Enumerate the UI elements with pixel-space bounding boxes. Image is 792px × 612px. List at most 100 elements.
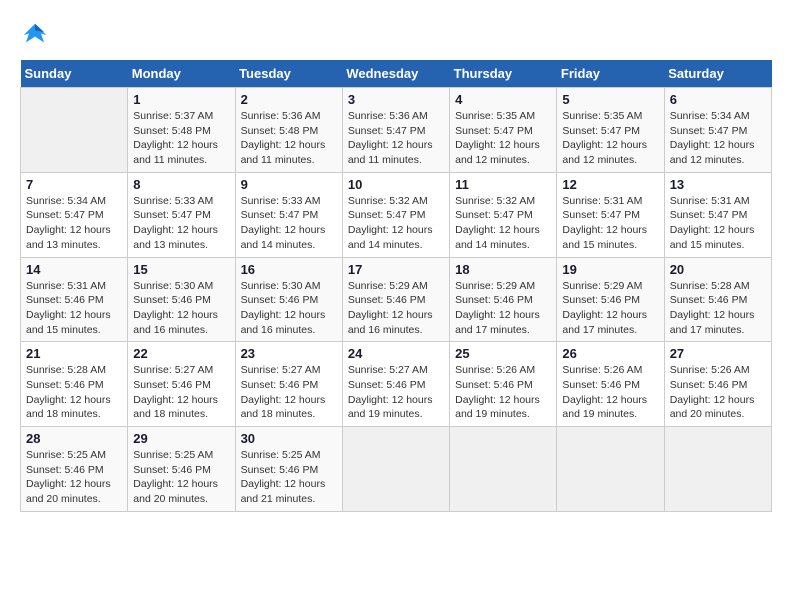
logo [20, 20, 54, 50]
calendar-cell: 3 Sunrise: 5:36 AMSunset: 5:47 PMDaylight… [342, 88, 449, 173]
calendar-cell: 12 Sunrise: 5:31 AMSunset: 5:47 PMDayligh… [557, 172, 664, 257]
day-number: 23 [241, 346, 337, 361]
weekday-header-friday: Friday [557, 60, 664, 88]
day-number: 20 [670, 262, 766, 277]
day-info: Sunrise: 5:27 AMSunset: 5:46 PMDaylight:… [348, 363, 444, 422]
day-info: Sunrise: 5:27 AMSunset: 5:46 PMDaylight:… [241, 363, 337, 422]
day-number: 17 [348, 262, 444, 277]
calendar-week-5: 28 Sunrise: 5:25 AMSunset: 5:46 PMDayligh… [21, 427, 772, 512]
calendar-week-4: 21 Sunrise: 5:28 AMSunset: 5:46 PMDayligh… [21, 342, 772, 427]
day-info: Sunrise: 5:26 AMSunset: 5:46 PMDaylight:… [562, 363, 658, 422]
calendar-cell: 7 Sunrise: 5:34 AMSunset: 5:47 PMDaylight… [21, 172, 128, 257]
day-info: Sunrise: 5:26 AMSunset: 5:46 PMDaylight:… [455, 363, 551, 422]
calendar-cell [664, 427, 771, 512]
day-info: Sunrise: 5:33 AMSunset: 5:47 PMDaylight:… [133, 194, 229, 253]
calendar-cell: 16 Sunrise: 5:30 AMSunset: 5:46 PMDayligh… [235, 257, 342, 342]
day-number: 11 [455, 177, 551, 192]
day-info: Sunrise: 5:31 AMSunset: 5:47 PMDaylight:… [670, 194, 766, 253]
calendar-cell: 21 Sunrise: 5:28 AMSunset: 5:46 PMDayligh… [21, 342, 128, 427]
day-number: 30 [241, 431, 337, 446]
day-info: Sunrise: 5:30 AMSunset: 5:46 PMDaylight:… [133, 279, 229, 338]
calendar-table: SundayMondayTuesdayWednesdayThursdayFrid… [20, 60, 772, 512]
calendar-cell: 22Sunrise: 5:27 AMSunset: 5:46 PMDayligh… [128, 342, 235, 427]
calendar-header-row: SundayMondayTuesdayWednesdayThursdayFrid… [21, 60, 772, 88]
day-info: Sunrise: 5:33 AMSunset: 5:47 PMDaylight:… [241, 194, 337, 253]
calendar-cell: 19 Sunrise: 5:29 AMSunset: 5:46 PMDayligh… [557, 257, 664, 342]
day-info: Sunrise: 5:28 AMSunset: 5:46 PMDaylight:… [26, 363, 122, 422]
day-number: 2 [241, 92, 337, 107]
calendar-cell: 23 Sunrise: 5:27 AMSunset: 5:46 PMDayligh… [235, 342, 342, 427]
day-info: Sunrise: 5:29 AMSunset: 5:46 PMDaylight:… [455, 279, 551, 338]
day-info: Sunrise: 5:34 AMSunset: 5:47 PMDaylight:… [26, 194, 122, 253]
calendar-cell [21, 88, 128, 173]
calendar-cell: 11Sunrise: 5:32 AMSunset: 5:47 PMDayligh… [450, 172, 557, 257]
day-info: Sunrise: 5:25 AMSunset: 5:46 PMDaylight:… [26, 448, 122, 507]
day-info: Sunrise: 5:36 AMSunset: 5:47 PMDaylight:… [348, 109, 444, 168]
day-number: 18 [455, 262, 551, 277]
weekday-header-thursday: Thursday [450, 60, 557, 88]
day-info: Sunrise: 5:31 AMSunset: 5:46 PMDaylight:… [26, 279, 122, 338]
day-number: 12 [562, 177, 658, 192]
weekday-header-tuesday: Tuesday [235, 60, 342, 88]
calendar-cell: 25 Sunrise: 5:26 AMSunset: 5:46 PMDayligh… [450, 342, 557, 427]
page-header [20, 20, 772, 50]
day-number: 16 [241, 262, 337, 277]
day-number: 15 [133, 262, 229, 277]
calendar-cell: 2Sunrise: 5:36 AMSunset: 5:48 PMDaylight… [235, 88, 342, 173]
calendar-cell: 26 Sunrise: 5:26 AMSunset: 5:46 PMDayligh… [557, 342, 664, 427]
day-number: 21 [26, 346, 122, 361]
day-number: 8 [133, 177, 229, 192]
weekday-header-wednesday: Wednesday [342, 60, 449, 88]
calendar-cell: 27 Sunrise: 5:26 AMSunset: 5:46 PMDayligh… [664, 342, 771, 427]
calendar-cell: 29 Sunrise: 5:25 AMSunset: 5:46 PMDayligh… [128, 427, 235, 512]
weekday-header-sunday: Sunday [21, 60, 128, 88]
day-number: 26 [562, 346, 658, 361]
calendar-cell: 20Sunrise: 5:28 AMSunset: 5:46 PMDayligh… [664, 257, 771, 342]
day-number: 1 [133, 92, 229, 107]
calendar-body: 1 Sunrise: 5:37 AMSunset: 5:48 PMDaylight… [21, 88, 772, 512]
day-number: 24 [348, 346, 444, 361]
day-number: 3 [348, 92, 444, 107]
day-number: 29 [133, 431, 229, 446]
day-number: 28 [26, 431, 122, 446]
day-number: 5 [562, 92, 658, 107]
day-number: 10 [348, 177, 444, 192]
day-info: Sunrise: 5:25 AMSunset: 5:46 PMDaylight:… [133, 448, 229, 507]
day-info: Sunrise: 5:29 AMSunset: 5:46 PMDaylight:… [348, 279, 444, 338]
calendar-cell: 8 Sunrise: 5:33 AMSunset: 5:47 PMDaylight… [128, 172, 235, 257]
calendar-week-3: 14 Sunrise: 5:31 AMSunset: 5:46 PMDayligh… [21, 257, 772, 342]
calendar-cell: 5Sunrise: 5:35 AMSunset: 5:47 PMDaylight… [557, 88, 664, 173]
calendar-cell [342, 427, 449, 512]
day-info: Sunrise: 5:32 AMSunset: 5:47 PMDaylight:… [348, 194, 444, 253]
day-number: 25 [455, 346, 551, 361]
day-info: Sunrise: 5:31 AMSunset: 5:47 PMDaylight:… [562, 194, 658, 253]
calendar-cell: 24 Sunrise: 5:27 AMSunset: 5:46 PMDayligh… [342, 342, 449, 427]
day-number: 9 [241, 177, 337, 192]
day-number: 27 [670, 346, 766, 361]
day-number: 6 [670, 92, 766, 107]
day-number: 22 [133, 346, 229, 361]
calendar-cell: 17 Sunrise: 5:29 AMSunset: 5:46 PMDayligh… [342, 257, 449, 342]
calendar-week-1: 1 Sunrise: 5:37 AMSunset: 5:48 PMDaylight… [21, 88, 772, 173]
calendar-cell: 4 Sunrise: 5:35 AMSunset: 5:47 PMDaylight… [450, 88, 557, 173]
day-info: Sunrise: 5:34 AMSunset: 5:47 PMDaylight:… [670, 109, 766, 168]
day-info: Sunrise: 5:25 AMSunset: 5:46 PMDaylight:… [241, 448, 337, 507]
day-info: Sunrise: 5:37 AMSunset: 5:48 PMDaylight:… [133, 109, 229, 168]
day-number: 7 [26, 177, 122, 192]
day-number: 14 [26, 262, 122, 277]
calendar-cell: 28 Sunrise: 5:25 AMSunset: 5:46 PMDayligh… [21, 427, 128, 512]
day-info: Sunrise: 5:30 AMSunset: 5:46 PMDaylight:… [241, 279, 337, 338]
calendar-cell [450, 427, 557, 512]
day-number: 19 [562, 262, 658, 277]
calendar-cell: 13Sunrise: 5:31 AMSunset: 5:47 PMDayligh… [664, 172, 771, 257]
calendar-cell: 18 Sunrise: 5:29 AMSunset: 5:46 PMDayligh… [450, 257, 557, 342]
day-info: Sunrise: 5:26 AMSunset: 5:46 PMDaylight:… [670, 363, 766, 422]
day-info: Sunrise: 5:29 AMSunset: 5:46 PMDaylight:… [562, 279, 658, 338]
calendar-cell: 14 Sunrise: 5:31 AMSunset: 5:46 PMDayligh… [21, 257, 128, 342]
calendar-week-2: 7 Sunrise: 5:34 AMSunset: 5:47 PMDaylight… [21, 172, 772, 257]
calendar-cell: 6 Sunrise: 5:34 AMSunset: 5:47 PMDaylight… [664, 88, 771, 173]
calendar-cell: 1 Sunrise: 5:37 AMSunset: 5:48 PMDaylight… [128, 88, 235, 173]
day-number: 4 [455, 92, 551, 107]
day-info: Sunrise: 5:35 AMSunset: 5:47 PMDaylight:… [455, 109, 551, 168]
weekday-header-monday: Monday [128, 60, 235, 88]
